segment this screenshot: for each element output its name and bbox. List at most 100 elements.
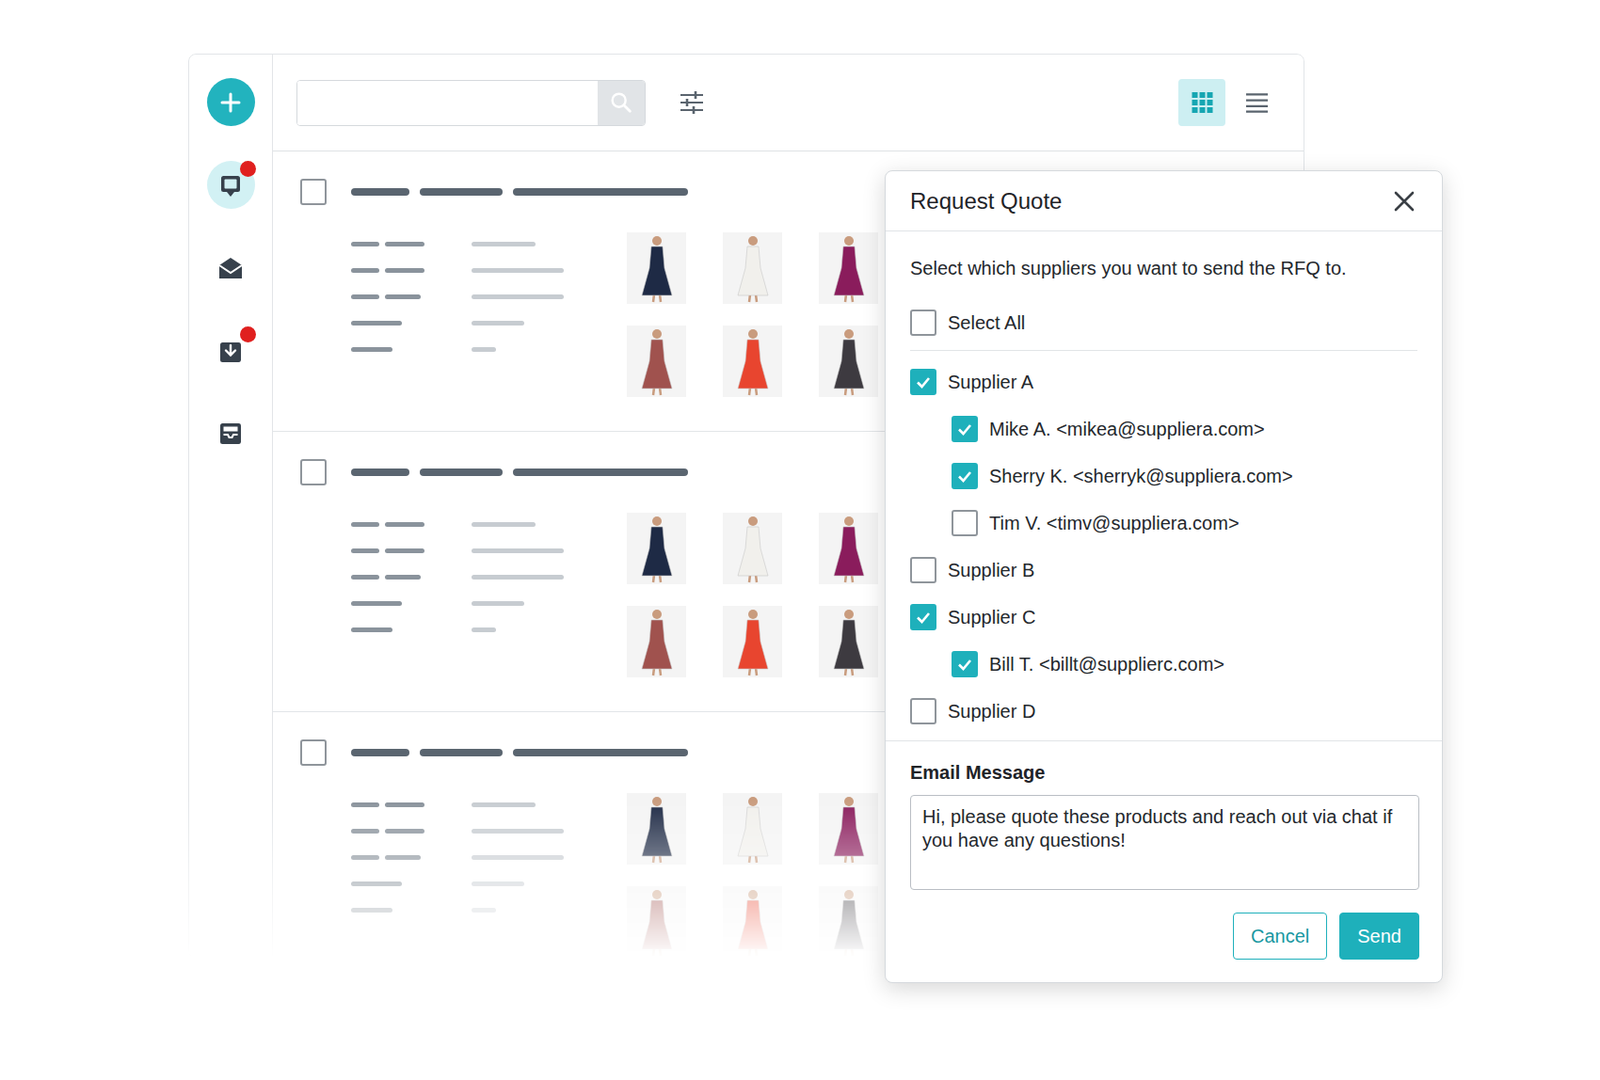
product-photo[interactable] [722, 325, 783, 398]
sidebar-item[interactable] [207, 326, 256, 375]
option-label: Supplier A [947, 371, 1034, 394]
close-button[interactable] [1389, 186, 1420, 217]
search-button[interactable] [597, 80, 645, 126]
contact-option[interactable]: Tim V. <timv@suppliera.com> [910, 499, 1418, 547]
supplier-list: Select which suppliers you want to send … [885, 231, 1442, 741]
check-icon [955, 466, 975, 486]
contact-option[interactable]: Mike A. <mikea@suppliera.com> [910, 405, 1418, 453]
product-photo[interactable] [722, 793, 783, 865]
checkbox[interactable] [951, 651, 978, 678]
filter-button[interactable] [677, 88, 706, 117]
checkbox[interactable] [910, 604, 937, 631]
supplier-option[interactable]: Supplier D [910, 688, 1418, 736]
product-photo[interactable] [626, 325, 687, 398]
quote-icon [216, 171, 245, 200]
row-checkbox[interactable] [300, 459, 327, 486]
checkbox[interactable] [951, 463, 978, 490]
product-photo[interactable] [626, 232, 687, 304]
product-photos [626, 512, 879, 678]
check-icon [913, 608, 933, 627]
product-photo[interactable] [722, 606, 783, 678]
cancel-button[interactable]: Cancel [1232, 912, 1328, 960]
row-checkbox[interactable] [300, 739, 327, 767]
option-label: Sherry K. <sherryk@suppliera.com> [989, 465, 1294, 488]
dialog-header: Request Quote [885, 171, 1442, 232]
row-body [351, 739, 879, 959]
product-photo[interactable] [626, 886, 687, 959]
sidebar-item[interactable] [207, 243, 256, 292]
checkbox[interactable] [951, 510, 978, 537]
dress-icon [628, 886, 686, 959]
sliders-icon [677, 88, 706, 117]
notification-badge [240, 326, 256, 343]
row-checkbox[interactable] [300, 178, 327, 206]
view-button[interactable] [1178, 79, 1226, 127]
message-label: Email Message [910, 762, 1420, 784]
checkbox[interactable] [910, 557, 937, 584]
list-icon [1245, 91, 1269, 114]
product-photo[interactable] [818, 793, 879, 865]
dress-icon [724, 793, 782, 865]
dress-icon [820, 232, 878, 304]
checkbox[interactable] [910, 368, 937, 396]
product-photo[interactable] [818, 606, 879, 678]
product-photo[interactable] [818, 325, 879, 398]
dialog-buttons: CancelSend [910, 912, 1420, 960]
dress-icon [628, 793, 686, 865]
sidebar-item[interactable] [207, 78, 256, 127]
option-label: Mike A. <mikea@suppliera.com> [989, 418, 1265, 441]
option-label: Supplier B [947, 560, 1035, 582]
dress-icon [724, 606, 782, 678]
option-label: Tim V. <timv@suppliera.com> [989, 512, 1240, 535]
dress-icon [724, 512, 782, 585]
supplier-option[interactable]: Supplier A [910, 358, 1418, 406]
sidebar-item[interactable] [207, 160, 256, 209]
search-field [296, 80, 646, 127]
title-placeholder [351, 749, 879, 757]
product-photo[interactable] [626, 512, 687, 585]
product-photo[interactable] [722, 512, 783, 585]
row-body [351, 178, 879, 432]
product-photo[interactable] [626, 606, 687, 678]
option-label: Supplier D [947, 701, 1036, 723]
option-label: Supplier C [947, 607, 1036, 629]
page: Request Quote Select which suppliers you … [0, 0, 1600, 1080]
open-mail-icon [216, 254, 245, 283]
product-photos [626, 232, 879, 398]
checkbox[interactable] [910, 309, 937, 336]
view-button[interactable] [1232, 79, 1280, 127]
product-photos [626, 793, 879, 959]
dress-icon [628, 232, 686, 304]
request-quote-dialog: Request Quote Select which suppliers you … [884, 170, 1443, 984]
download-tray-icon [216, 336, 245, 366]
toolbar [272, 54, 1304, 152]
product-photo[interactable] [722, 232, 783, 304]
magnifier-icon [608, 89, 635, 116]
sidebar-item[interactable] [207, 409, 256, 458]
contact-option[interactable]: Sherry K. <sherryk@suppliera.com> [910, 452, 1418, 500]
sidebar [189, 54, 273, 959]
dress-icon [820, 325, 878, 398]
select-all-option[interactable]: Select All [910, 299, 1418, 347]
checkbox[interactable] [910, 698, 937, 725]
supplier-option[interactable]: Supplier B [910, 546, 1418, 594]
product-photo[interactable] [626, 793, 687, 865]
details-placeholder [351, 512, 627, 634]
check-icon [955, 655, 975, 674]
contact-option[interactable]: Bill T. <billt@supplierc.com> [910, 640, 1418, 688]
product-photo[interactable] [818, 232, 879, 304]
dress-icon [724, 325, 782, 398]
grid-icon [1190, 91, 1215, 114]
supplier-option[interactable]: Supplier C [910, 593, 1418, 641]
send-button[interactable]: Send [1339, 912, 1420, 960]
dialog-instructions: Select which suppliers you want to send … [910, 256, 1418, 280]
dress-icon [628, 606, 686, 678]
search-input[interactable] [297, 80, 598, 126]
message-textarea[interactable] [910, 795, 1420, 891]
product-photo[interactable] [818, 886, 879, 959]
check-icon [955, 419, 975, 439]
checkbox[interactable] [951, 416, 978, 443]
product-photo[interactable] [818, 512, 879, 585]
product-photo[interactable] [722, 886, 783, 959]
option-label: Select All [947, 312, 1025, 335]
